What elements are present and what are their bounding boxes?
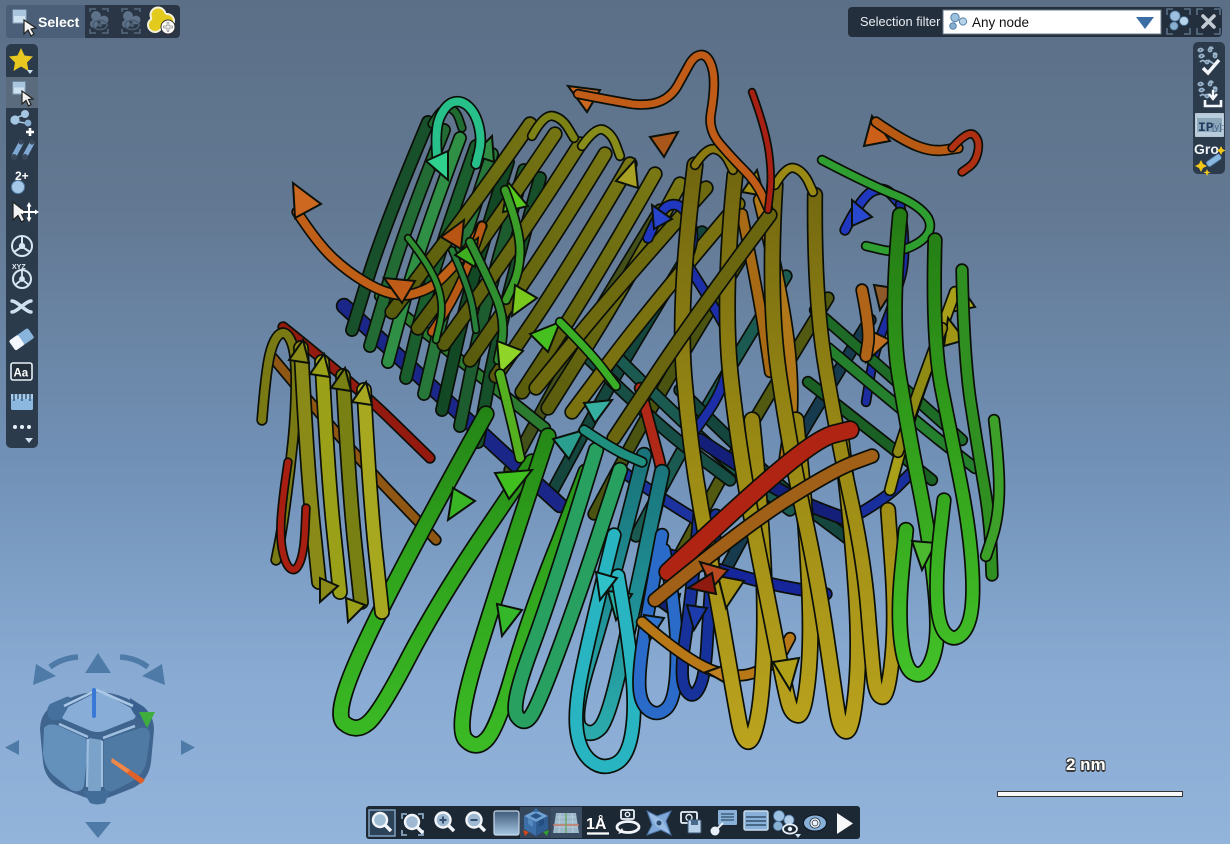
svg-text:Any node: Any node	[972, 15, 1029, 30]
svg-text:1Å: 1Å	[586, 814, 607, 833]
svg-text:Select: Select	[38, 14, 80, 30]
svg-text:Gro: Gro	[1194, 141, 1219, 157]
svg-text:[y]:: [y]:	[1212, 122, 1224, 132]
svg-text:Selection filter: Selection filter	[860, 14, 941, 29]
svg-text:Aa: Aa	[14, 368, 29, 380]
